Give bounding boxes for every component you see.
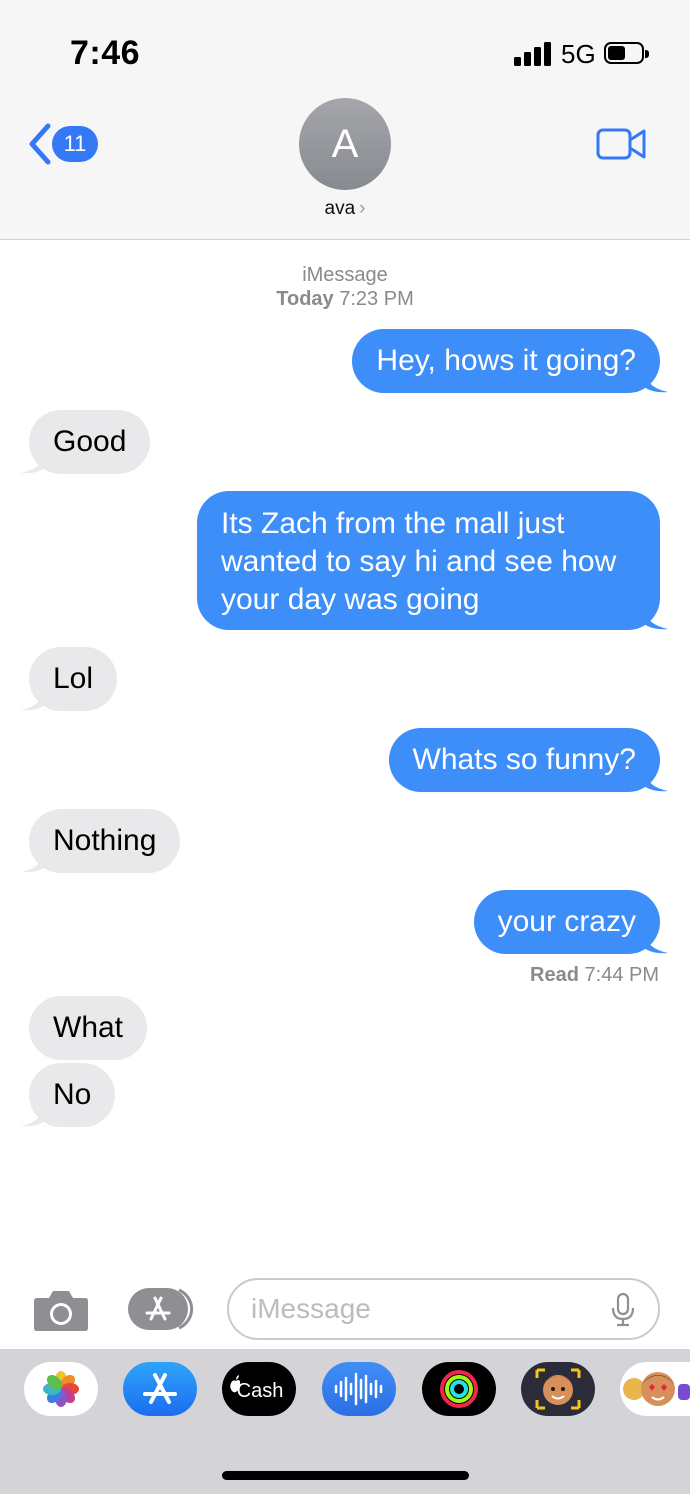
contact-avatar[interactable]: A <box>299 98 391 190</box>
network-type: 5G <box>561 39 596 69</box>
home-indicator[interactable] <box>222 1471 469 1480</box>
bubble-tail <box>644 608 668 630</box>
service-label: iMessage <box>302 264 388 286</box>
message-bubble-incoming[interactable]: Good <box>21 410 151 474</box>
message-text-line: Its Zach from the mall just <box>221 507 565 540</box>
memoji-icon <box>535 1368 581 1410</box>
message-text-line: your day was going <box>221 583 480 616</box>
message-text: Whats so funny? <box>412 743 636 776</box>
message-bubble-incoming[interactable]: Nothing <box>21 809 181 873</box>
facetime-video-button[interactable] <box>596 126 648 162</box>
activity-icon <box>440 1370 478 1408</box>
message-text: Nothing <box>53 824 157 857</box>
contact-name: ava <box>324 198 356 219</box>
app-store-icon <box>143 1373 177 1404</box>
bubble-tail <box>644 770 668 792</box>
battery-icon <box>604 42 650 66</box>
animoji-app-button[interactable] <box>620 1362 690 1416</box>
message-text: Good <box>53 425 127 458</box>
message-bubble-outgoing[interactable]: Hey, hows it going? <box>352 329 668 393</box>
message-text: your crazy <box>497 905 636 938</box>
apple-cash-icon: Cash <box>230 1375 284 1402</box>
activity-app-button[interactable] <box>422 1362 496 1416</box>
app-store-drawer-button[interactable] <box>127 1286 195 1332</box>
audio-message-icon <box>334 1372 383 1406</box>
bubble-tail <box>21 1105 45 1127</box>
read-receipt: Read 7:44 PM <box>530 964 659 986</box>
chevron-left-icon <box>29 123 51 165</box>
cellular-signal-icon <box>514 42 554 66</box>
bubble-tail <box>644 932 668 954</box>
bubble-tail <box>21 452 45 474</box>
message-bubble-incoming[interactable]: No <box>21 1063 116 1127</box>
bubble-tail <box>21 851 45 873</box>
video-camera-icon <box>596 128 646 160</box>
unread-count-badge: 11 <box>52 126 98 162</box>
photos-icon <box>43 1371 79 1407</box>
memoji-app-button[interactable] <box>521 1362 595 1416</box>
status-time: 7:46 <box>70 34 141 72</box>
app-store-app-button[interactable] <box>123 1362 197 1416</box>
conversation-header: 7:46 5G 11 A ava › <box>0 0 690 240</box>
bubble-tail <box>644 371 668 393</box>
apple-cash-app-button[interactable]: Cash <box>222 1362 296 1416</box>
photos-app-button[interactable] <box>24 1362 98 1416</box>
camera-button[interactable] <box>33 1286 89 1332</box>
message-input-placeholder: iMessage <box>251 1293 371 1324</box>
conversation-timestamp: Today 7:23 PM <box>276 288 414 310</box>
message-text: What <box>53 1011 124 1044</box>
camera-icon <box>34 1291 88 1331</box>
message-text: Lol <box>53 662 94 695</box>
contact-name-button[interactable]: ava › <box>0 198 690 220</box>
message-text: No <box>53 1078 92 1111</box>
apple-cash-label: Cash <box>237 1380 284 1402</box>
audio-message-app-button[interactable] <box>322 1362 396 1416</box>
message-bubble-outgoing[interactable]: Whats so funny? <box>388 728 668 792</box>
message-text: Hey, hows it going? <box>376 344 636 377</box>
message-bubble-incoming[interactable]: Lol <box>21 647 118 711</box>
message-text-line: wanted to say hi and see how <box>221 545 617 578</box>
back-button[interactable]: 11 <box>26 122 102 166</box>
chevron-right-icon: › <box>359 198 366 219</box>
message-bubble-outgoing[interactable]: Its Zach from the mall just wanted to sa… <box>197 491 668 630</box>
app-store-icon <box>128 1288 194 1330</box>
message-bubble-incoming[interactable]: What <box>29 996 148 1060</box>
microphone-icon <box>611 1292 635 1327</box>
animoji-icon <box>623 1372 690 1406</box>
dictation-button[interactable] <box>610 1292 636 1328</box>
message-input[interactable]: iMessage <box>227 1278 660 1340</box>
message-bubble-outgoing[interactable]: your crazy <box>473 890 668 954</box>
bubble-tail <box>21 689 45 711</box>
